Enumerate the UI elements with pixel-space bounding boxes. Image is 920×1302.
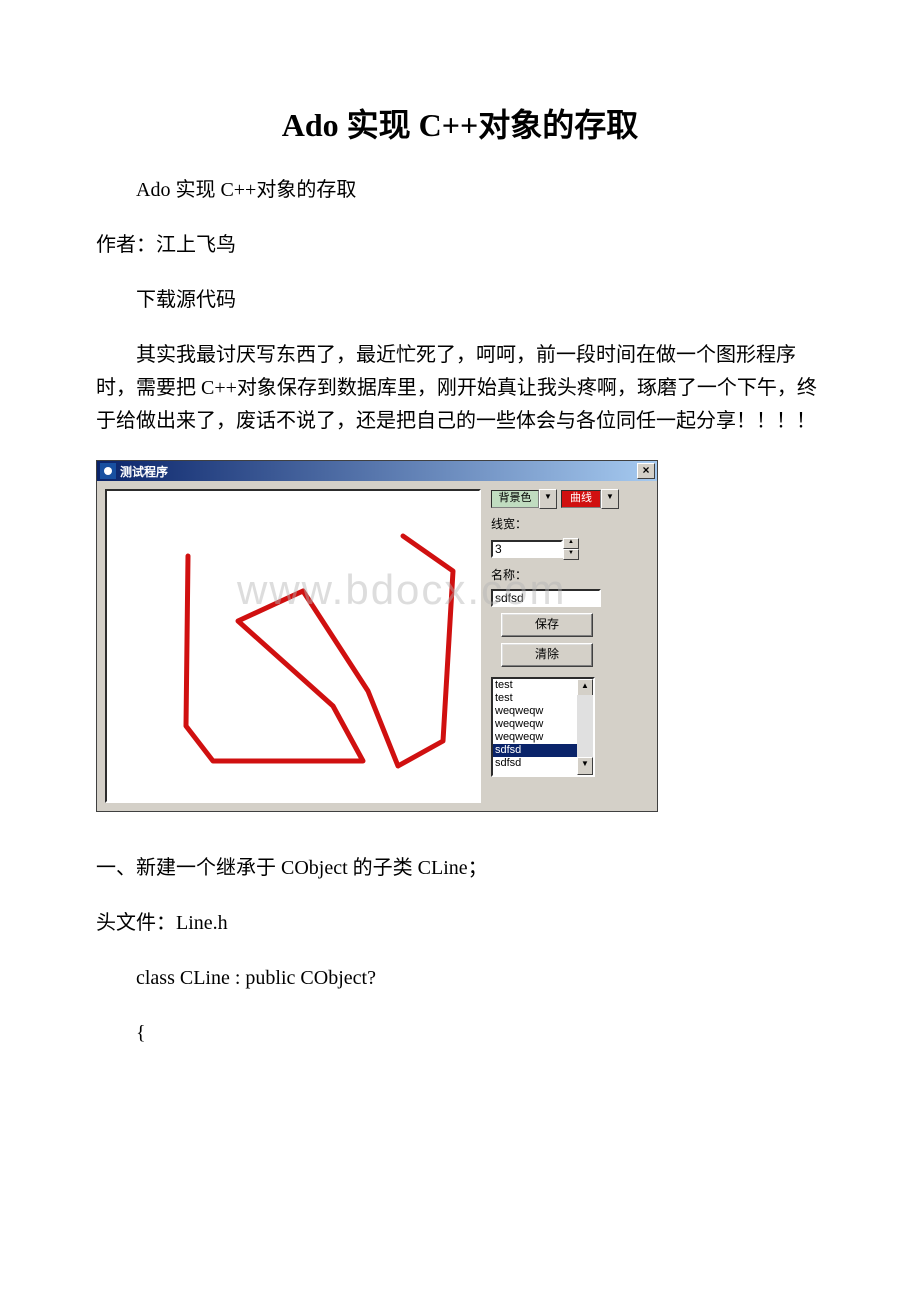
width-spinner[interactable]: ▲ ▼ [563,538,579,560]
header-file-line: 头文件：Line.h [96,907,824,940]
line-color-picker[interactable]: 曲线 ▼ [561,489,619,509]
line-width-input[interactable]: 3 [491,540,563,558]
intro-paragraph: 其实我最讨厌写东西了，最近忙死了，呵呵，前一段时间在做一个图形程序时，需要把 C… [96,339,824,438]
name-label: 名称： [491,566,649,583]
name-input[interactable]: sdfsd [491,589,601,607]
close-button[interactable]: × [637,463,655,479]
bg-color-picker[interactable]: 背景色 ▼ [491,489,557,509]
name-listbox[interactable]: testtestweqweqwweqweqwweqweqwsdfsdsdfsd … [491,677,595,777]
code-line-1: class CLine : public CObject? [96,962,824,995]
page-title: Ado 实现 C++对象的存取 [96,100,824,146]
app-icon [100,463,116,479]
save-button[interactable]: 保存 [501,613,593,637]
window-titlebar: 测试程序 × [97,461,657,481]
drawing-canvas[interactable] [105,489,481,803]
screenshot-figure: 测试程序 × 背景色 ▼ 曲线 [96,460,824,812]
scrollbar[interactable]: ▲ ▼ [577,679,593,775]
author-line: 作者：江上飞鸟 [96,229,824,262]
section-1-heading: 一、新建一个继承于 CObject 的子类 CLine； [96,852,824,885]
dropdown-icon[interactable]: ▼ [539,489,557,509]
spin-up-icon[interactable]: ▲ [563,538,579,549]
width-label: 线宽： [491,515,649,532]
window-title: 测试程序 [120,463,637,480]
dropdown-icon[interactable]: ▼ [601,489,619,509]
subtitle-line: Ado 实现 C++对象的存取 [96,174,824,207]
side-panel: 背景色 ▼ 曲线 ▼ 线宽： 3 ▲ ▼ [491,489,649,803]
drawn-line [107,491,479,801]
clear-button[interactable]: 清除 [501,643,593,667]
download-link[interactable]: 下载源代码 [96,284,824,317]
app-window: 测试程序 × 背景色 ▼ 曲线 [96,460,658,812]
scroll-down-icon[interactable]: ▼ [577,757,593,775]
code-line-2: { [96,1017,824,1050]
spin-down-icon[interactable]: ▼ [563,549,579,560]
